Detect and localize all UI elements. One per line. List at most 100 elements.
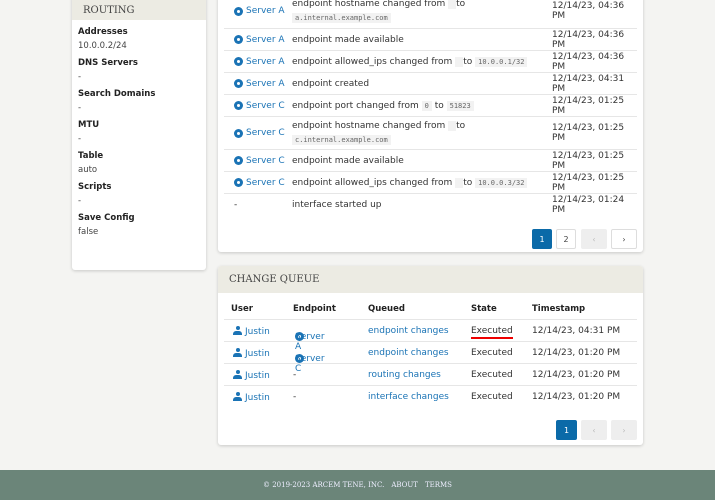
col-timestamp: Timestamp bbox=[532, 304, 586, 314]
user-icon bbox=[233, 326, 242, 335]
endpoint-icon bbox=[234, 79, 243, 88]
event-time: 12/14/23, 04:36 PM bbox=[552, 29, 625, 50]
endpoint-icon bbox=[234, 128, 243, 138]
user-link[interactable]: Justin bbox=[233, 348, 270, 359]
to-word: to bbox=[463, 177, 473, 188]
queue-page-1-button[interactable]: 1 bbox=[556, 420, 577, 440]
queue-time: 12/14/23, 01:20 PM bbox=[532, 370, 621, 380]
event-time: 12/14/23, 01:25 PM bbox=[552, 95, 625, 116]
from-value bbox=[448, 121, 457, 131]
event-time: 12/14/23, 04:36 PM bbox=[552, 1, 625, 21]
endpoint-icon bbox=[234, 57, 243, 66]
from-value bbox=[455, 177, 464, 188]
field-label: Save Config bbox=[78, 213, 135, 223]
endpoint-icon bbox=[234, 101, 243, 110]
user-link[interactable]: Justin bbox=[233, 370, 270, 381]
terms-link[interactable]: TERMS bbox=[425, 481, 452, 489]
queued-link[interactable]: routing changes bbox=[368, 370, 441, 380]
state-value: Executed bbox=[471, 348, 513, 358]
queued-link[interactable]: interface changes bbox=[368, 392, 449, 402]
event-text: endpoint allowed_ips changed from bbox=[292, 56, 453, 67]
queue-next-page-button[interactable]: › bbox=[611, 420, 637, 440]
page-1-button[interactable]: 1 bbox=[532, 229, 552, 249]
event-text: endpoint made available bbox=[292, 155, 404, 166]
to-word: to bbox=[456, 121, 466, 131]
field-value: - bbox=[78, 134, 82, 144]
to-value: 10.0.0.3/32 bbox=[475, 177, 528, 188]
event-time: 12/14/23, 01:25 PM bbox=[552, 172, 625, 193]
event-text: interface started up bbox=[292, 200, 382, 210]
field-label: Table bbox=[78, 151, 104, 161]
endpoint-none: - bbox=[234, 200, 238, 210]
field-value: 10.0.0.2/24 bbox=[78, 41, 127, 51]
next-page-button[interactable]: › bbox=[611, 229, 637, 249]
event-time: 12/14/23, 04:31 PM bbox=[552, 73, 625, 94]
to-value: 10.0.0.1/32 bbox=[475, 56, 528, 67]
endpoint-icon bbox=[234, 6, 243, 16]
event-row: Server C endpoint allowed_ips changed fro… bbox=[224, 172, 637, 194]
field-label: Search Domains bbox=[78, 89, 156, 99]
endpoint-none: - bbox=[293, 392, 297, 402]
endpoint-link[interactable]: Server C bbox=[246, 156, 285, 166]
queue-row: Justin - routing changes Executed 12/14/… bbox=[224, 363, 637, 385]
endpoint-link[interactable]: Server A bbox=[246, 57, 285, 67]
endpoint-link[interactable]: Server C bbox=[246, 101, 285, 111]
col-queued: Queued bbox=[368, 304, 405, 314]
about-link[interactable]: ABOUT bbox=[391, 481, 418, 489]
field-value: auto bbox=[78, 165, 98, 175]
user-link[interactable]: Justin bbox=[233, 326, 270, 337]
endpoint-link[interactable]: Server C bbox=[246, 178, 285, 188]
col-endpoint: Endpoint bbox=[293, 304, 336, 314]
to-value: c.internal.example.com bbox=[292, 135, 391, 145]
change-queue-card: CHANGE QUEUE User Endpoint Queued State … bbox=[218, 266, 643, 445]
queue-prev-page-button[interactable]: ‹ bbox=[581, 420, 607, 440]
queue-time: 12/14/23, 01:20 PM bbox=[532, 392, 621, 402]
field-label: MTU bbox=[78, 120, 100, 130]
from-value: 0 bbox=[421, 100, 432, 111]
event-time: 12/14/23, 01:25 PM bbox=[552, 123, 625, 143]
state-value: Executed bbox=[471, 370, 513, 380]
endpoint-icon bbox=[234, 178, 243, 187]
endpoint-none: - bbox=[293, 370, 297, 380]
event-text: endpoint hostname changed from bbox=[292, 121, 446, 131]
event-row: Server C endpoint hostname changed from t… bbox=[224, 117, 637, 150]
endpoint-link[interactable]: Server A bbox=[246, 79, 285, 89]
from-value bbox=[455, 56, 464, 67]
col-state: State bbox=[471, 304, 497, 314]
prev-page-button[interactable]: ‹ bbox=[581, 229, 607, 249]
field-value: - bbox=[78, 196, 82, 206]
event-time: 12/14/23, 04:36 PM bbox=[552, 51, 625, 72]
field-label: Scripts bbox=[78, 182, 112, 192]
field-label: Addresses bbox=[78, 27, 128, 37]
endpoint-icon bbox=[234, 35, 243, 44]
endpoint-link[interactable]: Server A bbox=[246, 6, 285, 16]
event-row: Server A endpoint hostname changed from t… bbox=[224, 0, 637, 29]
event-row: Server Cendpoint port changed from 0 to … bbox=[224, 95, 637, 117]
endpoint-link[interactable]: Server A bbox=[246, 35, 285, 45]
page-2-button[interactable]: 2 bbox=[556, 229, 576, 249]
event-row: Server A endpoint made available 12/14/23,… bbox=[224, 29, 637, 51]
queued-link[interactable]: endpoint changes bbox=[368, 326, 449, 336]
routing-card: ROUTING Addresses 10.0.0.2/24 DNS Servers -… bbox=[72, 0, 206, 270]
user-icon bbox=[233, 392, 242, 401]
state-value: Executed bbox=[471, 326, 513, 339]
event-text: endpoint hostname changed from bbox=[292, 0, 446, 9]
user-link[interactable]: Justin bbox=[233, 392, 270, 403]
queue-time: 12/14/23, 04:31 PM bbox=[532, 326, 621, 336]
to-word: to bbox=[434, 100, 444, 111]
routing-title: ROUTING bbox=[72, 0, 206, 20]
col-user: User bbox=[231, 304, 253, 314]
queued-link[interactable]: endpoint changes bbox=[368, 348, 449, 358]
event-time: 12/14/23, 01:24 PM bbox=[552, 195, 625, 215]
to-value: a.internal.example.com bbox=[292, 13, 391, 23]
queue-time: 12/14/23, 01:20 PM bbox=[532, 348, 621, 358]
from-value bbox=[448, 0, 457, 9]
event-text: endpoint created bbox=[292, 78, 370, 89]
to-word: to bbox=[463, 56, 473, 67]
endpoint-link[interactable]: Server C bbox=[246, 128, 285, 138]
event-time: 12/14/23, 01:25 PM bbox=[552, 150, 625, 171]
field-value: - bbox=[78, 103, 82, 113]
event-row: Server C endpoint made available 12/14/23,… bbox=[224, 150, 637, 172]
to-value: 51823 bbox=[446, 100, 474, 111]
field-value: - bbox=[78, 72, 82, 82]
